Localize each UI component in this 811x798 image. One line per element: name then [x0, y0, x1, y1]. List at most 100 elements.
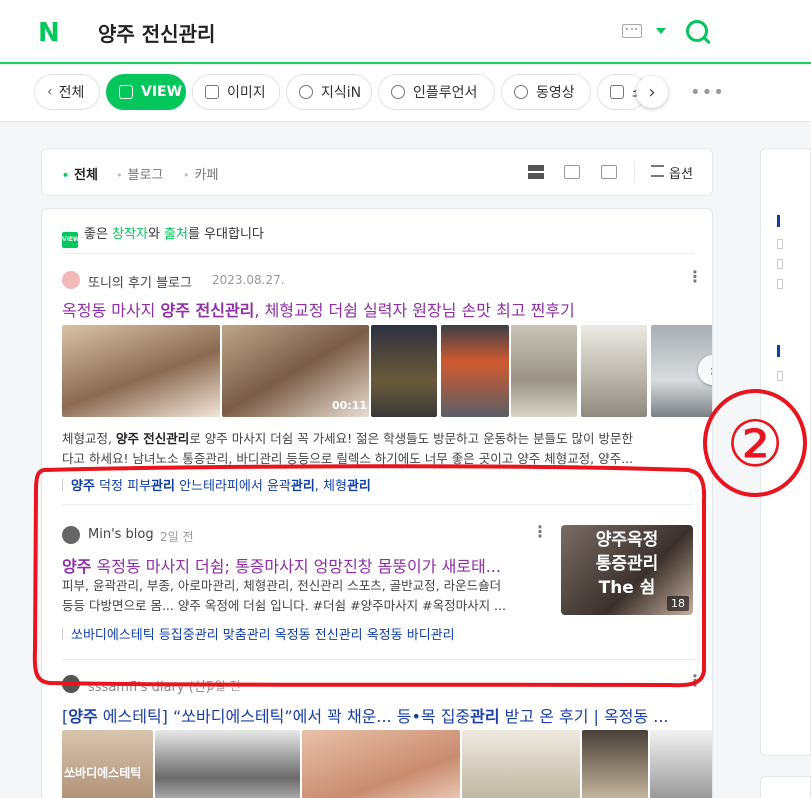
thumbnail-image[interactable] — [441, 325, 509, 417]
list-view-icon[interactable] — [528, 165, 544, 179]
tab-view[interactable]: VIEW — [106, 74, 186, 110]
author-name[interactable]: sssamfl's diary (신) — [88, 676, 211, 695]
tab-label: 동영상 — [536, 85, 575, 101]
result-title[interactable]: [양주 에스테틱] “쏘바디에스테틱”에서 꽉 채운... 등•목 집중관리 받… — [62, 703, 692, 727]
tag-keyword: 양주 — [71, 479, 95, 494]
search-query-text[interactable]: 양주 전신관리 — [98, 18, 215, 47]
divider — [62, 628, 63, 640]
sidebar-mark — [777, 371, 783, 381]
thumbnail-image[interactable] — [581, 325, 647, 417]
tag-keyword: 관리 — [151, 479, 175, 494]
image-strip: 00:11 › — [62, 325, 712, 417]
search-icon[interactable] — [686, 20, 708, 42]
author-name[interactable]: Min's blog — [88, 527, 154, 542]
caret-down-icon[interactable] — [656, 28, 666, 34]
tab-label: 지식iN — [321, 85, 362, 101]
chevron-right-icon: › — [710, 361, 712, 380]
right-sidebar-panel — [760, 148, 811, 756]
divider — [62, 659, 694, 660]
person-icon — [391, 85, 405, 99]
avatar[interactable] — [62, 271, 80, 289]
title-keyword: 양주 — [62, 557, 92, 576]
sidebar-link-mark[interactable] — [777, 345, 780, 357]
thumbnail-image[interactable] — [62, 325, 220, 417]
desc-keyword: 양주 전신관리 — [115, 431, 190, 446]
kin-icon — [299, 85, 313, 99]
notice-text: 를 우대합니다 — [187, 227, 264, 242]
post-thumbnail[interactable]: 양주옥정 통증관리 The 쉼 18 — [561, 525, 693, 615]
related-tags[interactable]: 양주 덕정 피부관리 안느테라피에서 윤곽관리, 체형관리 — [62, 475, 692, 494]
bag-icon — [610, 85, 624, 99]
thumbnail-image[interactable] — [371, 325, 437, 417]
title-keyword: 관리 — [470, 707, 500, 726]
filter-all[interactable]: 전체 — [62, 164, 98, 183]
view-doc-icon — [119, 85, 133, 99]
related-tags[interactable]: 쏘바디에스테틱 등집중관리 맞춤관리 옥정동 전신관리 옥정동 바디관리 — [62, 624, 542, 643]
sidebar-mark — [777, 239, 783, 249]
play-circle-icon — [514, 85, 528, 99]
kebab-menu-icon[interactable]: ⋮ — [532, 524, 548, 540]
kebab-menu-icon[interactable]: ⋮ — [687, 673, 703, 689]
divider — [62, 504, 694, 505]
notice-creator-link[interactable]: 창작자 — [112, 227, 148, 242]
thumb-caption: 양주옥정 — [595, 530, 659, 550]
thumbnail-image[interactable] — [511, 325, 577, 417]
desc-text: 피부, 윤곽관리, 부종, 아로마관리, 체형관리, 전신관리 스포츠, 골반교… — [62, 578, 502, 593]
desc-text: 등등 다방면으로 몸... 양주 옥정에 더쉼 입니다. #더쉼 #양주마사지 … — [62, 598, 506, 613]
thumbnail-image[interactable] — [650, 730, 712, 798]
video-view-icon[interactable] — [601, 165, 617, 179]
view-badge: VIEW — [62, 232, 80, 248]
keyboard-icon[interactable] — [622, 24, 642, 38]
post-date: 2023.08.27. — [212, 273, 285, 287]
chevron-left-icon: ‹ — [47, 84, 53, 100]
tab-label: 전체 — [58, 85, 85, 101]
notice-source-link[interactable]: 출처 — [164, 227, 188, 242]
desc-text: 로 양주 마사지 더쉼 꼭 가세요! 젊은 학생들도 방문하고 운동하는 분들도… — [189, 431, 634, 446]
naver-logo[interactable]: N — [38, 18, 60, 48]
title-text: 받고 온 후기 | 옥정동 ... — [499, 707, 669, 726]
tab-label: 이미지 — [227, 85, 266, 101]
divider — [62, 479, 63, 491]
thumbnail-image[interactable] — [302, 730, 460, 798]
result-title[interactable]: 양주 옥정동 마사지 더쉼; 통증마사지 엉망진창 몸뚱이가 새로태... — [62, 553, 532, 577]
thumbnail-image[interactable] — [462, 730, 580, 798]
title-text: , 체형교정 더쉼 실력자 원장님 손맛 최고 찐후기 — [254, 301, 575, 320]
tab-images[interactable]: 이미지 — [192, 74, 280, 110]
divider — [62, 253, 694, 254]
right-sidebar-panel — [760, 776, 811, 798]
tag-keyword: 관리 — [290, 479, 315, 494]
more-dots-icon[interactable]: ••• — [690, 82, 725, 103]
filter-cafe[interactable]: 카페 — [183, 164, 219, 183]
avatar[interactable] — [62, 675, 80, 693]
thumbnail-image[interactable] — [582, 730, 648, 798]
notice-text: 좋은 — [84, 227, 113, 242]
result-description: 피부, 윤곽관리, 부종, 아로마관리, 체형관리, 전신관리 스포츠, 골반교… — [62, 576, 542, 616]
grid-view-icon[interactable] — [564, 165, 580, 179]
avatar[interactable] — [62, 526, 80, 544]
image-strip: 쏘바디에스테틱 — [62, 730, 712, 798]
options-button[interactable]: 옵션 — [669, 163, 693, 182]
sidebar-link-mark[interactable] — [777, 215, 780, 227]
sidebar-mark — [777, 279, 783, 289]
tab-label: 인플루언서 — [413, 85, 478, 101]
image-icon — [205, 85, 219, 99]
tab-all[interactable]: ‹ 전체 — [34, 74, 100, 110]
tab-influencer[interactable]: 인플루언서 — [378, 74, 495, 110]
thumbnail-image[interactable]: 쏘바디에스테틱 — [62, 730, 153, 798]
options-icon[interactable] — [651, 165, 664, 177]
result-title[interactable]: 옥정동 마사지 양주 전신관리, 체형교정 더쉼 실력자 원장님 손맛 최고 찐… — [62, 297, 692, 321]
video-duration: 00:11 — [332, 399, 368, 412]
tab-video[interactable]: 동영상 — [501, 74, 591, 110]
notice-banner: VIEW 좋은 창작자와 출처를 우대합니다 — [62, 223, 264, 248]
filter-blog[interactable]: 블로그 — [116, 164, 164, 183]
thumbnail-image[interactable] — [155, 730, 300, 798]
search-header: N 양주 전신관리 — [0, 0, 811, 64]
image-caption: 쏘바디에스테틱 — [64, 766, 142, 780]
tab-kin[interactable]: 지식iN — [286, 74, 372, 110]
tabs-next-button[interactable]: › — [636, 76, 668, 108]
tag-keyword: 관리 — [346, 479, 371, 494]
thumb-caption: 통증관리 — [595, 554, 659, 574]
kebab-menu-icon[interactable]: ⋮ — [687, 269, 703, 285]
author-name[interactable]: 또니의 후기 블로그 — [88, 272, 192, 291]
title-text: 옥정동 마사지 — [62, 301, 161, 320]
